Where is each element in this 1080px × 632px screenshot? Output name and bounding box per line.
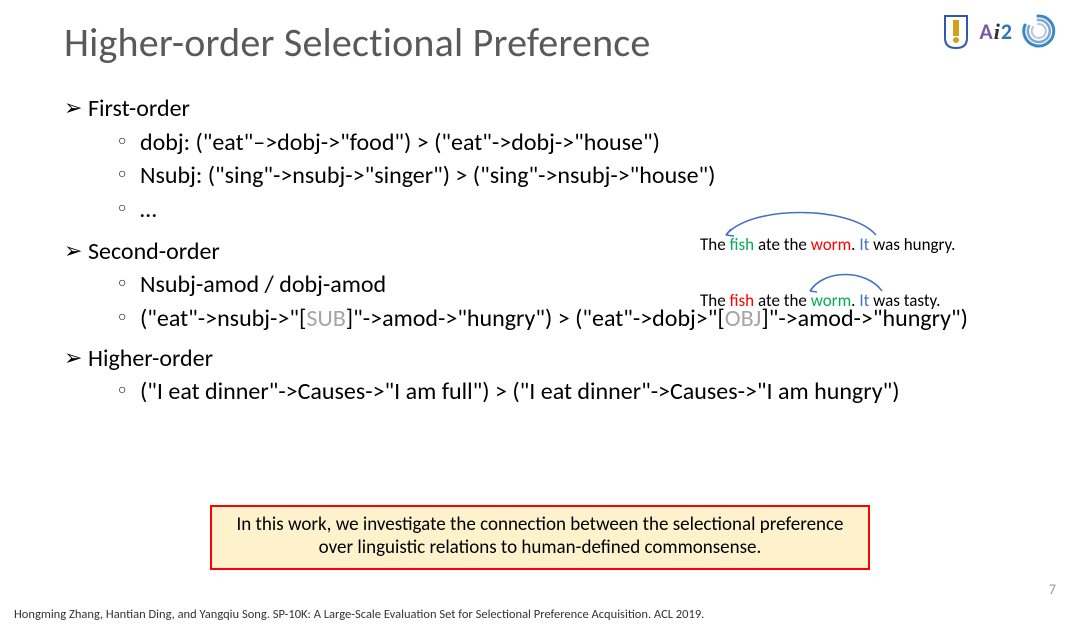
slide-title: Higher-order Selectional Preference [64, 18, 1040, 67]
arrow-bullet-icon: ➢ [64, 236, 88, 267]
highlight-callout: In this work, we investigate the connect… [210, 505, 870, 571]
content-area: ➢ First-order ○ dobj: ("eat"–>dobj->"foo… [64, 93, 1040, 408]
circle-bullet-icon: ○ [118, 160, 140, 187]
subbullet: ○ dobj: ("eat"–>dobj->"food") > ("eat"->… [118, 127, 1040, 159]
citation-footer: Hongming Zhang, Hantian Ding, and Yangqi… [14, 607, 704, 622]
swirl-logo-icon [1020, 13, 1056, 49]
page-number: 7 [1049, 581, 1056, 598]
subbullet: ○ ("I eat dinner"->Causes->"I am full") … [118, 376, 1040, 408]
circle-bullet-icon: ○ [118, 194, 140, 221]
bullet-first-order: ➢ First-order [64, 93, 1040, 125]
hkust-logo-icon [941, 12, 971, 50]
example-row-1: The fish ate the worm. It was hungry. [700, 233, 955, 257]
arrow-bullet-icon: ➢ [64, 93, 88, 124]
word-worm: worm [811, 234, 851, 255]
word-it: It [859, 234, 869, 255]
ai2-logo-icon: Ai2 [979, 18, 1012, 45]
word-fish: fish [730, 234, 755, 255]
circle-bullet-icon: ○ [118, 127, 140, 154]
word-fish: fish [730, 290, 755, 311]
subbullet: ○ … [118, 194, 1040, 226]
word-it: It [859, 290, 869, 311]
subbullet: ○ Nsubj: ("sing"->nsubj->"singer") > ("s… [118, 160, 1040, 192]
slide: Higher-order Selectional Preference Ai2 … [0, 0, 1080, 632]
bullet-higher-order: ➢ Higher-order [64, 343, 1040, 375]
word-worm: worm [811, 290, 851, 311]
circle-bullet-icon: ○ [118, 269, 140, 296]
coref-examples: The fish ate the worm. It was hungry. Th… [700, 233, 955, 313]
circle-bullet-icon: ○ [118, 303, 140, 330]
logo-row: Ai2 [941, 12, 1056, 50]
example-row-2: The fish ate the worm. It was tasty. [700, 289, 955, 313]
arrow-bullet-icon: ➢ [64, 343, 88, 374]
circle-bullet-icon: ○ [118, 376, 140, 403]
